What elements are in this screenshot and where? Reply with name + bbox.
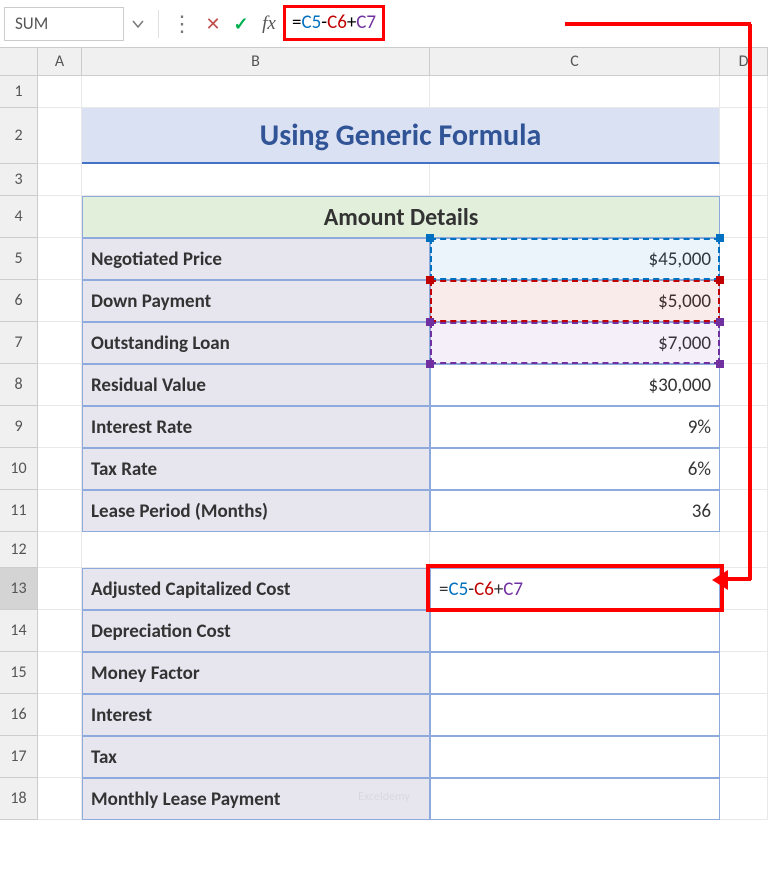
spreadsheet-grid[interactable]: Using Generic Formula Amount Details Neg… (38, 76, 768, 820)
row-header[interactable]: 11 (0, 490, 38, 532)
row-header[interactable]: 8 (0, 364, 38, 406)
callout-arrowhead-icon (712, 570, 728, 590)
value-cell[interactable]: $30,000 (430, 364, 720, 406)
name-box-dropdown-icon[interactable] (124, 19, 152, 29)
formula-highlight: =C5-C6+C7 (283, 5, 385, 41)
row-header[interactable]: 3 (0, 164, 38, 196)
row-header[interactable]: 15 (0, 652, 38, 694)
value-cell[interactable] (430, 652, 720, 694)
select-all-corner[interactable] (0, 48, 38, 75)
col-header-a[interactable]: A (38, 48, 82, 75)
label-cell[interactable]: Monthly Lease Payment (82, 778, 430, 820)
row-header[interactable]: 4 (0, 196, 38, 238)
value-cell-c5[interactable]: $45,000 (430, 238, 720, 280)
value-cell[interactable]: 6% (430, 448, 720, 490)
fx-icon[interactable]: fx (255, 7, 283, 41)
value-cell[interactable]: 36 (430, 490, 720, 532)
label-cell[interactable]: Money Factor (82, 652, 430, 694)
label-cell[interactable]: Adjusted Capitalized Cost (82, 568, 430, 610)
row-header-active[interactable]: 13 (0, 568, 38, 610)
row-header[interactable]: 16 (0, 694, 38, 736)
enter-icon[interactable]: ✓ (227, 7, 255, 41)
row-header[interactable]: 7 (0, 322, 38, 364)
value-cell[interactable]: 9% (430, 406, 720, 448)
col-header-d[interactable]: D (720, 48, 768, 75)
label-cell[interactable]: Interest Rate (82, 406, 430, 448)
callout-arrow (748, 24, 752, 580)
title-cell[interactable]: Using Generic Formula (82, 108, 720, 164)
row-header[interactable]: 6 (0, 280, 38, 322)
row-header[interactable]: 2 (0, 108, 38, 164)
label-cell[interactable]: Depreciation Cost (82, 610, 430, 652)
row-headers: 1 2 3 4 5 6 7 8 9 10 11 12 13 14 15 16 1… (0, 76, 38, 820)
more-icon[interactable]: ⋮ (165, 10, 199, 37)
column-headers: A B C D (0, 48, 768, 76)
label-cell[interactable]: Tax (82, 736, 430, 778)
row-header[interactable]: 17 (0, 736, 38, 778)
formula-ref-c7: C7 (356, 11, 376, 34)
label-cell[interactable]: Down Payment (82, 280, 430, 322)
name-box[interactable]: SUM (4, 7, 124, 41)
row-header[interactable]: 14 (0, 610, 38, 652)
section-header[interactable]: Amount Details (82, 196, 720, 238)
callout-arrow (565, 22, 751, 26)
label-cell[interactable]: Residual Value (82, 364, 430, 406)
label-cell[interactable]: Outstanding Loan (82, 322, 430, 364)
label-cell[interactable]: Lease Period (Months) (82, 490, 430, 532)
formula-ref-c5: C5 (301, 11, 321, 34)
callout-arrow (727, 577, 751, 581)
value-cell-c7[interactable]: $7,000 (430, 322, 720, 364)
value-cell[interactable] (430, 736, 720, 778)
row-header[interactable]: 12 (0, 532, 38, 568)
row-header[interactable]: 10 (0, 448, 38, 490)
label-cell[interactable]: Tax Rate (82, 448, 430, 490)
cancel-icon[interactable]: ✕ (199, 7, 227, 41)
label-cell[interactable]: Negotiated Price (82, 238, 430, 280)
label-cell[interactable]: Interest (82, 694, 430, 736)
formula-ref-c6: C6 (327, 11, 347, 34)
row-header[interactable]: 9 (0, 406, 38, 448)
value-cell[interactable] (430, 694, 720, 736)
value-cell[interactable] (430, 778, 720, 820)
row-header[interactable]: 18 (0, 778, 38, 820)
value-cell[interactable] (430, 610, 720, 652)
col-header-b[interactable]: B (82, 48, 430, 75)
active-cell-c13[interactable]: =C5-C6+C7 (430, 568, 720, 610)
row-header[interactable]: 5 (0, 238, 38, 280)
row-header[interactable]: 1 (0, 76, 38, 108)
value-cell-c6[interactable]: $5,000 (430, 280, 720, 322)
col-header-c[interactable]: C (430, 48, 720, 75)
